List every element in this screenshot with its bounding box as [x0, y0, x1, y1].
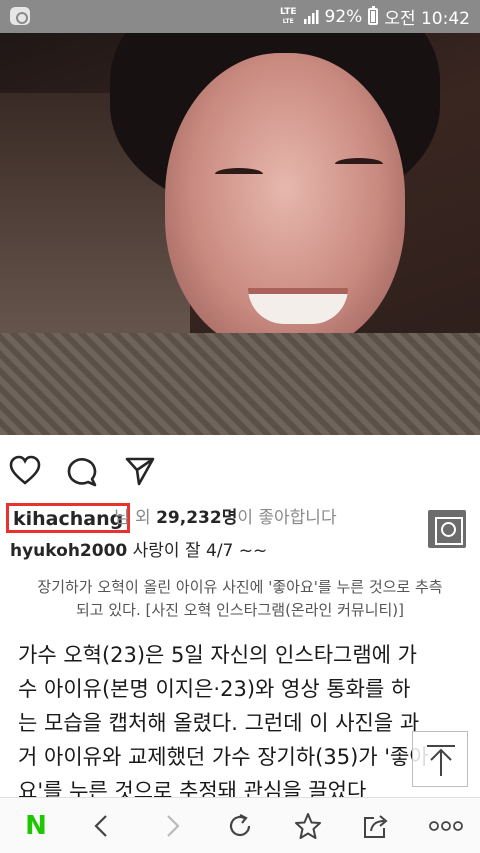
- more-button[interactable]: [428, 810, 464, 842]
- status-bar-right: LTE LTE 92% 오전 10:42: [280, 0, 470, 33]
- status-bar: LTE LTE 92% 오전 10:42: [0, 0, 480, 33]
- browser-bottom-bar: N: [0, 797, 480, 853]
- post-actions: [0, 435, 480, 503]
- likes-count[interactable]: 29,232명: [156, 508, 237, 528]
- refresh-button[interactable]: [224, 810, 256, 842]
- naver-logo: N: [25, 811, 47, 841]
- instagram-photo: [0, 33, 480, 435]
- liker-username[interactable]: kihachang: [13, 508, 123, 530]
- share-icon: [364, 815, 388, 838]
- comment-icon[interactable]: [66, 455, 98, 487]
- photo-eye-right: [335, 158, 383, 170]
- bookmark-button[interactable]: [292, 810, 324, 842]
- comment-text: 사랑이 잘 4/7 ~~: [127, 541, 268, 561]
- lens-icon[interactable]: [428, 510, 466, 548]
- back-button[interactable]: [86, 810, 118, 842]
- app-notification-icon: [10, 7, 30, 25]
- back-icon: [94, 815, 107, 837]
- network-indicator: LTE LTE: [279, 6, 297, 25]
- likes-summary: 님 외 29,232명이 좋아합니다: [114, 508, 337, 528]
- clock: 오전 10:42: [384, 9, 470, 29]
- naver-home-button[interactable]: N: [20, 810, 52, 842]
- article-line: 거 아이유와 교제했던 가수 장기하(35)가 '좋아: [18, 745, 429, 769]
- article-line: 는 모습을 캡처해 올렸다. 그런데 이 사진을 과: [18, 711, 420, 735]
- photo-caption: 장기하가 오혁이 올린 아이유 사진에 '좋아요'를 누른 것으로 추측 되고 …: [37, 578, 443, 619]
- liker-username-highlight[interactable]: kihachang: [6, 503, 131, 533]
- article-line: 수 아이유(본명 이지은·23)와 영상 통화를 하: [18, 677, 411, 701]
- battery-percent: 92%: [324, 6, 363, 27]
- signal-icon: [303, 9, 319, 24]
- comment-username[interactable]: hyukoh2000: [10, 541, 127, 561]
- photo-eye-left: [215, 168, 263, 180]
- scroll-top-button[interactable]: [412, 731, 468, 787]
- post-comment: hyukoh2000 사랑이 잘 4/7 ~~: [10, 540, 267, 562]
- battery-icon: [368, 6, 379, 25]
- scroll-top-icon: [427, 745, 455, 776]
- forward-button[interactable]: [156, 810, 188, 842]
- refresh-icon: [229, 814, 251, 837]
- heart-icon[interactable]: [9, 455, 41, 487]
- share-button[interactable]: [360, 810, 392, 842]
- article-line: 가수 오혁(23)은 5일 자신의 인스타그램에 가: [18, 643, 417, 667]
- article-body: 가수 오혁(23)은 5일 자신의 인스타그램에 가 수 아이유(본명 이지은·…: [18, 638, 468, 808]
- forward-icon: [167, 815, 180, 837]
- more-icon: [429, 821, 463, 831]
- send-icon[interactable]: [124, 455, 156, 487]
- bookmark-star-icon: [295, 813, 321, 839]
- likes-row: kihachang 님 외 29,232명이 좋아합니다: [0, 503, 480, 535]
- photo-coat: [0, 333, 480, 435]
